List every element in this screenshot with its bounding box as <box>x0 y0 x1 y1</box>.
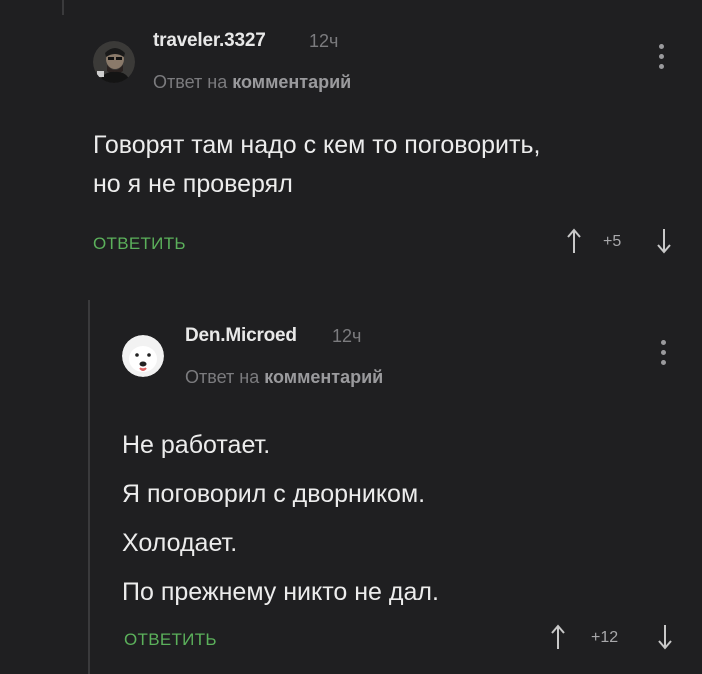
more-vertical-icon[interactable] <box>656 44 666 76</box>
arrow-down-icon[interactable] <box>656 228 672 254</box>
vote-score: +5 <box>603 233 622 250</box>
arrow-down-icon[interactable] <box>657 624 673 650</box>
avatar-dog-icon <box>122 335 164 377</box>
user-avatar[interactable] <box>122 335 164 377</box>
reply-to-prefix: Ответ на <box>153 72 228 92</box>
comment-line: Холодает. <box>122 529 238 557</box>
comment-line: Говорят там надо с кем то поговорить, <box>93 131 541 159</box>
avatar-man-icon <box>93 41 135 83</box>
user-avatar[interactable] <box>93 41 135 83</box>
username[interactable]: Den.Micrоed <box>185 325 297 347</box>
comment-text: Говорят там надо с кем то поговорить, но… <box>93 126 540 204</box>
reply-to-label: Ответ на комментарий <box>185 367 383 388</box>
reply-button[interactable]: ОТВЕТИТЬ <box>124 630 217 650</box>
reply-to-link[interactable]: комментарий <box>232 72 351 92</box>
reply-to-label: Ответ на комментарий <box>153 72 351 93</box>
reply-to-link[interactable]: комментарий <box>264 367 383 387</box>
more-vertical-icon[interactable] <box>658 340 668 372</box>
thread-line <box>62 0 64 15</box>
arrow-up-icon[interactable] <box>550 624 566 650</box>
vote-score: +12 <box>591 629 619 646</box>
reply-button[interactable]: ОТВЕТИТЬ <box>93 234 186 254</box>
timestamp: 12ч <box>309 31 339 51</box>
comment-line: Я поговорил с дворником. <box>122 480 426 508</box>
reply-to-prefix: Ответ на <box>185 367 260 387</box>
comment-line: но я не проверял <box>93 170 293 198</box>
username[interactable]: traveler.3327 <box>153 30 266 52</box>
comment-line: По прежнему никто не дал. <box>122 578 439 606</box>
comment-text: Не работает. Я поговорил с дворником. Хо… <box>122 421 439 617</box>
arrow-up-icon[interactable] <box>566 228 582 254</box>
thread-line-nested <box>88 300 90 674</box>
comment-line: Не работает. <box>122 431 271 459</box>
timestamp: 12ч <box>332 326 362 346</box>
